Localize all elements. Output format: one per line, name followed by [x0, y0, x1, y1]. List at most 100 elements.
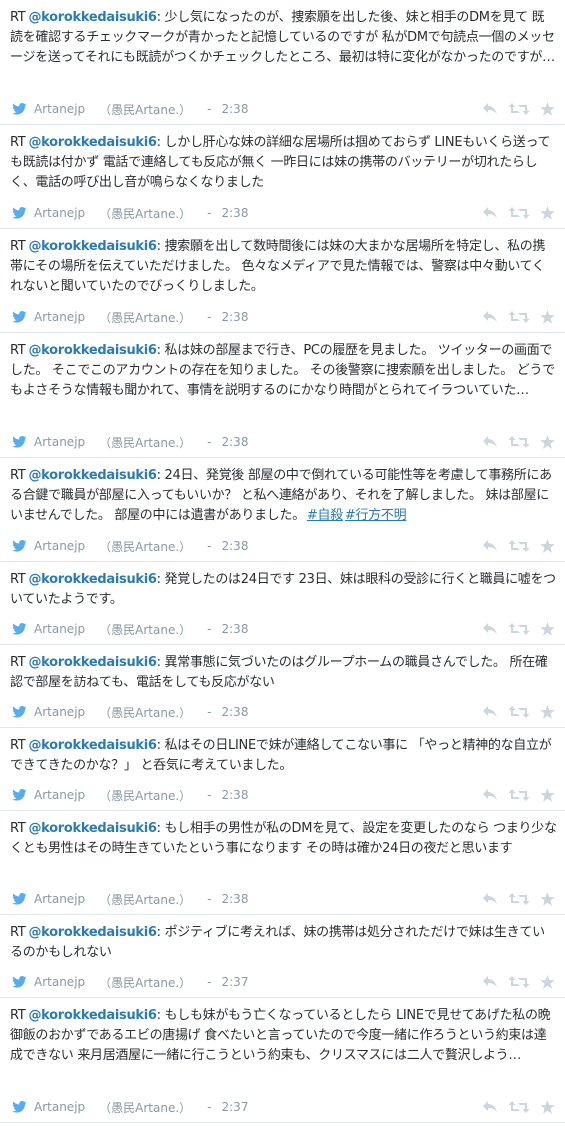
tweet-time[interactable]: 2:38	[222, 788, 249, 802]
tweet: RT @korokkedaisuki6: 捜索願を出して数時間後には妹の大まかな居…	[0, 229, 565, 333]
tweet: RT @korokkedaisuki6: しかし肝心な妹の詳細な居場所は掴めておら…	[0, 125, 565, 229]
author-link[interactable]: @korokkedaisuki6	[28, 1008, 157, 1023]
retweet-icon[interactable]	[508, 1100, 530, 1114]
tweet-time[interactable]: 2:38	[222, 622, 249, 636]
favorite-star-icon[interactable]	[540, 539, 555, 553]
tweet-time[interactable]: 2:38	[222, 892, 249, 906]
retweet-prefix: RT	[10, 738, 26, 753]
author-link[interactable]: @korokkedaisuki6	[28, 239, 157, 254]
via-username[interactable]: Artanejp	[34, 1100, 85, 1114]
twitter-bird-icon	[12, 789, 27, 801]
twitter-bird-icon	[12, 103, 27, 115]
reply-icon[interactable]	[482, 622, 498, 636]
via-username[interactable]: Artanejp	[34, 102, 85, 116]
retweet-icon[interactable]	[508, 975, 530, 989]
reply-icon[interactable]	[482, 892, 498, 906]
meta-separator: -	[207, 975, 212, 989]
author-link[interactable]: @korokkedaisuki6	[28, 135, 157, 150]
hashtag-link[interactable]: #行方不明	[345, 508, 407, 523]
tweet-time[interactable]: 2:38	[222, 539, 249, 553]
tweet-text: RT @korokkedaisuki6: しかし肝心な妹の詳細な居場所は掴めておら…	[10, 133, 557, 193]
retweet-icon[interactable]	[508, 705, 530, 719]
retweet-icon[interactable]	[508, 102, 530, 116]
tweet: RT @korokkedaisuki6: 24日、発覚後 部屋の中で倒れている可能…	[0, 458, 565, 562]
tweet-time[interactable]: 2:37	[222, 1100, 249, 1114]
meta-separator: -	[207, 435, 212, 449]
reply-icon[interactable]	[482, 705, 498, 719]
via-username[interactable]: Artanejp	[34, 705, 85, 719]
via-display-name: （愚民Artane.）	[99, 435, 192, 450]
twitter-bird-icon	[12, 623, 27, 635]
reply-icon[interactable]	[482, 102, 498, 116]
tweet-time[interactable]: 2:38	[222, 206, 249, 220]
via-username[interactable]: Artanejp	[34, 310, 85, 324]
tweet-time[interactable]: 2:38	[222, 435, 249, 449]
tweet-meta: Artanejp （愚民Artane.） - 2:38	[10, 531, 557, 561]
author-link[interactable]: @korokkedaisuki6	[28, 821, 157, 836]
tweet-time[interactable]: 2:38	[222, 705, 249, 719]
via-username[interactable]: Artanejp	[34, 435, 85, 449]
tweet-actions	[482, 102, 555, 116]
twitter-bird-icon	[12, 540, 27, 552]
reply-icon[interactable]	[482, 1100, 498, 1114]
tweet-meta: Artanejp （愚民Artane.） - 2:38	[10, 94, 557, 124]
favorite-star-icon[interactable]	[540, 622, 555, 636]
favorite-star-icon[interactable]	[540, 102, 555, 116]
reply-icon[interactable]	[482, 310, 498, 324]
tweet-meta: Artanejp （愚民Artane.） - 2:38	[10, 884, 557, 914]
via-username[interactable]: Artanejp	[34, 788, 85, 802]
retweet-icon[interactable]	[508, 310, 530, 324]
tweet-text: RT @korokkedaisuki6: 発覚したのは24日です 23日、妹は眼科…	[10, 570, 557, 610]
tweet-meta: Artanejp （愚民Artane.） - 2:37	[10, 1092, 557, 1122]
via-display-name: （愚民Artane.）	[99, 622, 192, 637]
hashtag-link[interactable]: #自殺	[307, 508, 343, 523]
retweet-icon[interactable]	[508, 539, 530, 553]
via-username[interactable]: Artanejp	[34, 975, 85, 989]
author-link[interactable]: @korokkedaisuki6	[28, 738, 157, 753]
meta-separator: -	[207, 206, 212, 220]
tweet: RT @korokkedaisuki6: 異常事態に気づいたのはグループホームの職…	[0, 645, 565, 728]
reply-icon[interactable]	[482, 539, 498, 553]
tweet-time[interactable]: 2:38	[222, 102, 249, 116]
retweet-icon[interactable]	[508, 622, 530, 636]
tweet-meta: Artanejp （愚民Artane.） - 2:38	[10, 198, 557, 228]
favorite-star-icon[interactable]	[540, 206, 555, 220]
favorite-star-icon[interactable]	[540, 1100, 555, 1114]
favorite-star-icon[interactable]	[540, 975, 555, 989]
author-link[interactable]: @korokkedaisuki6	[28, 10, 157, 25]
via-username[interactable]: Artanejp	[34, 622, 85, 636]
meta-separator: -	[207, 892, 212, 906]
via-display-name: （愚民Artane.）	[99, 975, 192, 990]
retweet-icon[interactable]	[508, 206, 530, 220]
tweet-text: RT @korokkedaisuki6: 異常事態に気づいたのはグループホームの職…	[10, 653, 557, 693]
reply-icon[interactable]	[482, 975, 498, 989]
favorite-star-icon[interactable]	[540, 705, 555, 719]
reply-icon[interactable]	[482, 435, 498, 449]
retweet-icon[interactable]	[508, 788, 530, 802]
tweet-actions	[482, 206, 555, 220]
retweet-prefix: RT	[10, 343, 26, 358]
tweet-time[interactable]: 2:38	[222, 310, 249, 324]
retweet-icon[interactable]	[508, 892, 530, 906]
author-link[interactable]: @korokkedaisuki6	[28, 572, 157, 587]
via-username[interactable]: Artanejp	[34, 206, 85, 220]
reply-icon[interactable]	[482, 788, 498, 802]
author-link[interactable]: @korokkedaisuki6	[28, 343, 157, 358]
author-link[interactable]: @korokkedaisuki6	[28, 925, 157, 940]
tweet-text: RT @korokkedaisuki6: 私はその日LINEで妹が連絡してこない事…	[10, 736, 557, 776]
favorite-star-icon[interactable]	[540, 435, 555, 449]
retweet-icon[interactable]	[508, 435, 530, 449]
twitter-bird-icon	[12, 1101, 27, 1113]
tweet: RT @korokkedaisuki6: 私はその日LINEで妹が連絡してこない事…	[0, 728, 565, 811]
favorite-star-icon[interactable]	[540, 788, 555, 802]
favorite-star-icon[interactable]	[540, 892, 555, 906]
tweet-time[interactable]: 2:37	[222, 975, 249, 989]
meta-separator: -	[207, 1100, 212, 1114]
author-link[interactable]: @korokkedaisuki6	[28, 468, 157, 483]
reply-icon[interactable]	[482, 206, 498, 220]
via-username[interactable]: Artanejp	[34, 892, 85, 906]
author-link[interactable]: @korokkedaisuki6	[28, 655, 157, 670]
favorite-star-icon[interactable]	[540, 310, 555, 324]
via-username[interactable]: Artanejp	[34, 539, 85, 553]
tweet-text: RT @korokkedaisuki6: 少し気になったのが、捜索願を出した後、妹…	[10, 8, 557, 68]
